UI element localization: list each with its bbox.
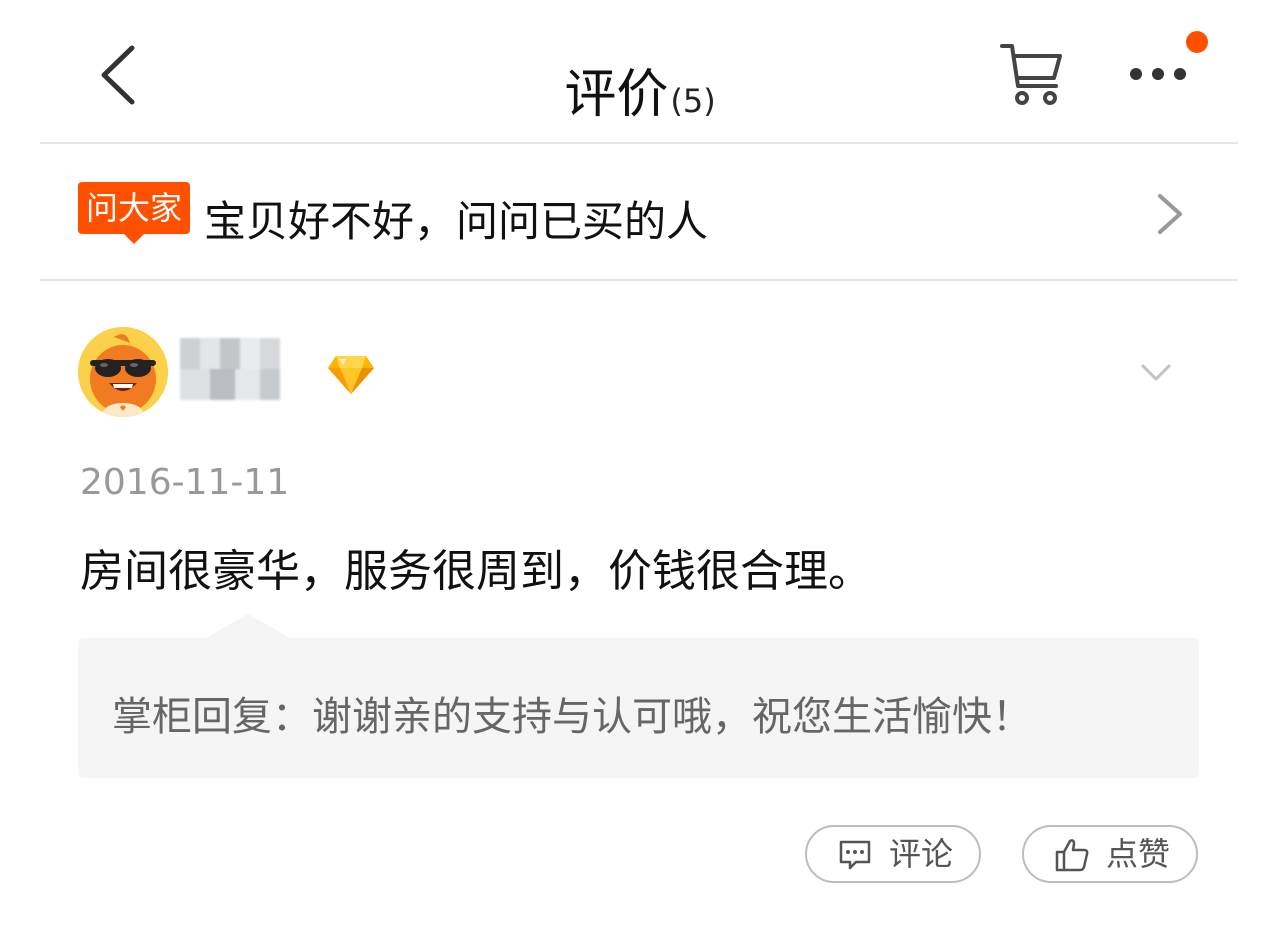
badge-tail: [122, 232, 146, 244]
seller-reply-text: 掌柜回复：谢谢亲的支持与认可哦，祝您生活愉快！: [112, 694, 1032, 740]
comment-button[interactable]: 评论: [805, 825, 981, 883]
thumbs-up-icon: [1055, 839, 1089, 872]
reply-pointer: [204, 614, 292, 639]
avatar-character-icon: [78, 327, 168, 417]
notification-dot: [1186, 31, 1208, 53]
chevron-right-icon: [1158, 194, 1182, 234]
more-horizontal-icon: [1130, 68, 1186, 80]
ask-everyone-row[interactable]: 问大家 宝贝好不好，问问已买的人: [40, 144, 1238, 280]
cart-icon: [1000, 44, 1062, 105]
page-title: 评价(5): [0, 52, 1280, 127]
like-button[interactable]: 点赞: [1022, 825, 1198, 883]
diamond-icon: [328, 356, 374, 394]
comment-icon: [839, 840, 871, 870]
cart-button[interactable]: [996, 40, 1066, 110]
ask-prompt: 宝贝好不好，问问已买的人: [204, 197, 709, 246]
more-button[interactable]: [1124, 50, 1194, 100]
review-date: 2016-11-11: [80, 462, 290, 503]
page-title-text: 评价: [564, 65, 669, 125]
avatar[interactable]: [78, 327, 168, 417]
ask-everyone-badge: 问大家: [78, 182, 191, 234]
like-label: 点赞: [1106, 835, 1171, 873]
review-content: 房间很豪华，服务很周到，价钱很合理。: [80, 546, 872, 597]
review-count: (5): [670, 82, 716, 120]
username-redacted: [180, 338, 280, 400]
comment-label: 评论: [889, 835, 954, 873]
chevron-down-icon: [1141, 364, 1171, 381]
section-divider: [40, 279, 1238, 281]
